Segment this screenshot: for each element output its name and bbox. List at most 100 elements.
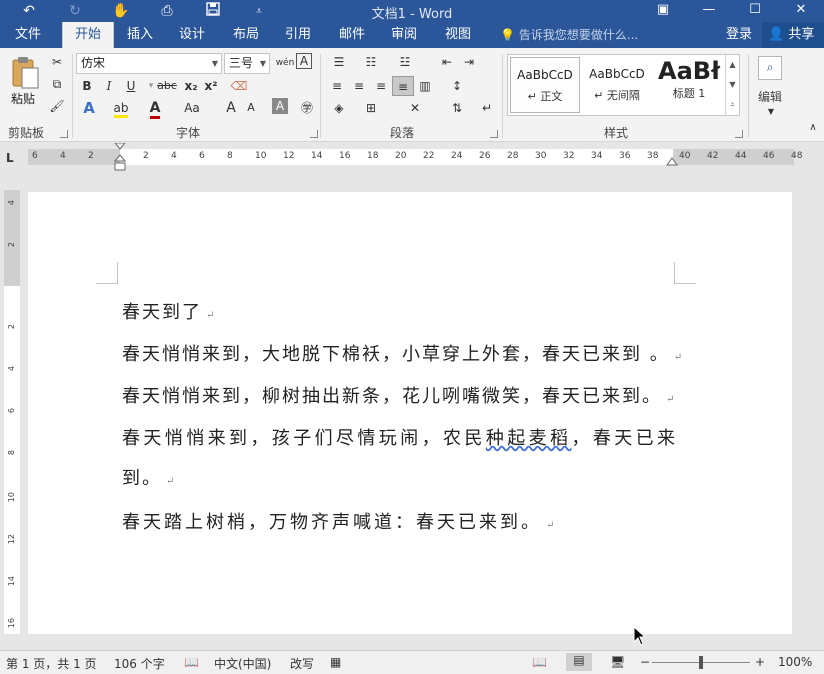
justify-icon[interactable]: ≡: [392, 76, 414, 96]
tab-selector-icon[interactable]: L: [6, 151, 20, 165]
format-painter-icon[interactable]: 🖌: [46, 96, 68, 116]
word-count[interactable]: 106 个字: [114, 655, 165, 672]
borders-icon[interactable]: ⊞: [360, 98, 382, 118]
multilevel-list-icon[interactable]: ☳: [394, 52, 416, 72]
right-indent-marker-icon[interactable]: [666, 155, 678, 167]
styles-scroll[interactable]: ▲ ▼ ⩡: [725, 55, 739, 115]
ruler-tick-label: 2: [7, 324, 16, 330]
decrease-indent-icon[interactable]: ⇤: [436, 52, 458, 72]
align-left-icon[interactable]: ≡: [326, 76, 348, 96]
ribbon-tab-bar: 文件 开始 插入 设计 布局 引用 邮件 审阅 视图 💡 告诉我您想要做什么..…: [0, 22, 824, 49]
tab-file[interactable]: 文件: [0, 22, 56, 48]
zoom-level[interactable]: 100%: [778, 655, 812, 669]
italic-button[interactable]: I: [98, 76, 120, 96]
text-effects-icon[interactable]: A: [78, 98, 100, 118]
font-name-combo[interactable]: 仿宋 ▼: [76, 53, 222, 74]
align-center-icon[interactable]: ≡: [348, 76, 370, 96]
tab-review[interactable]: 审阅: [378, 22, 430, 48]
font-size-combo[interactable]: 三号 ▼: [224, 53, 270, 74]
more-styles-icon[interactable]: ⩡: [726, 95, 739, 115]
doc-paragraph[interactable]: 春天悄悄来到，孩子们尽情玩闹，农民种起麦稻，春天已来: [122, 424, 678, 450]
chevron-down-icon[interactable]: ▼: [760, 102, 782, 122]
copy-icon[interactable]: ⧉: [46, 74, 68, 94]
sort-icon[interactable]: ⇅: [446, 98, 468, 118]
shrink-font-button[interactable]: A: [240, 98, 262, 118]
zoom-slider-thumb[interactable]: [699, 656, 703, 669]
tab-view[interactable]: 视图: [432, 22, 484, 48]
tab-references[interactable]: 引用: [272, 22, 324, 48]
shading-icon[interactable]: ◈: [328, 98, 350, 118]
tab-home[interactable]: 开始: [62, 22, 114, 49]
line-spacing-icon[interactable]: ↕: [446, 76, 468, 96]
doc-paragraph[interactable]: 春天悄悄来到，大地脱下棉袄，小草穿上外套，春天已来到 。 ↵: [122, 340, 682, 366]
find-icon[interactable]: ⌕: [758, 56, 782, 80]
ribbon-display-icon[interactable]: ▣: [640, 0, 686, 22]
tab-insert[interactable]: 插入: [114, 22, 166, 48]
grow-font-button[interactable]: A: [220, 98, 242, 118]
change-case-button[interactable]: Aa: [178, 98, 206, 118]
underline-button[interactable]: U: [120, 76, 142, 96]
zoom-in-button[interactable]: +: [755, 655, 765, 669]
character-border-icon[interactable]: A: [296, 53, 312, 69]
doc-paragraph[interactable]: 春天到了 ↵: [122, 298, 214, 324]
phonetic-guide-icon[interactable]: wén: [274, 53, 296, 73]
macro-icon[interactable]: ▦: [330, 655, 341, 669]
page-count[interactable]: 第 1 页，共 1 页: [6, 655, 97, 672]
tab-mailings[interactable]: 邮件: [326, 22, 378, 48]
doc-paragraph[interactable]: 春天踏上树梢，万物齐声喊道：春天已来到。 ↵: [122, 508, 554, 534]
overtype-status[interactable]: 改写: [290, 655, 314, 672]
bullets-icon[interactable]: ☰: [328, 52, 350, 72]
superscript-button[interactable]: x²: [200, 76, 222, 96]
share-label: 共享: [788, 27, 815, 42]
maximize-icon[interactable]: ☐: [732, 0, 778, 22]
share-button[interactable]: 👤 共享: [762, 22, 824, 48]
paragraph-launcher-icon[interactable]: [490, 130, 498, 138]
clipboard-launcher-icon[interactable]: [60, 130, 68, 138]
paste-button[interactable]: [10, 56, 40, 90]
subscript-button[interactable]: x₂: [180, 76, 202, 96]
distributed-icon[interactable]: ▥: [414, 76, 436, 96]
cut-icon[interactable]: ✂: [46, 52, 68, 72]
style-no-spacing[interactable]: AaBbCcD ↵ 无间隔: [582, 57, 652, 113]
doc-paragraph[interactable]: 春天悄悄来到，柳树抽出新条，花儿咧嘴微笑，春天已来到。 ↵: [122, 382, 674, 408]
character-shading-icon[interactable]: A: [272, 98, 288, 114]
vertical-scrollbar[interactable]: [808, 172, 824, 650]
style-heading-1[interactable]: AaBł 标题 1: [654, 57, 724, 113]
proofing-icon[interactable]: 📖: [184, 655, 199, 669]
tell-me-box[interactable]: 💡 告诉我您想要做什么...: [500, 22, 638, 48]
align-right-icon[interactable]: ≡: [370, 76, 392, 96]
zoom-out-button[interactable]: −: [640, 655, 650, 669]
chevron-down-icon[interactable]: ▼: [726, 75, 739, 95]
increase-indent-icon[interactable]: ⇥: [458, 52, 480, 72]
horizontal-ruler[interactable]: 6 4 2 2 4 6 8 10 12 14 16 18 20 22 24 26 28 30 32 34 36 38 40 4…: [28, 143, 802, 171]
show-marks-icon[interactable]: ↵: [476, 98, 498, 118]
ruler-tick-label: 8: [227, 151, 233, 161]
numbering-icon[interactable]: ☷: [360, 52, 382, 72]
font-launcher-icon[interactable]: [310, 130, 318, 138]
bold-button[interactable]: B: [76, 76, 98, 96]
minimize-icon[interactable]: —: [686, 0, 732, 22]
tab-design[interactable]: 设计: [166, 22, 218, 48]
web-layout-icon[interactable]: 🖥: [610, 655, 625, 669]
language-status[interactable]: 中文(中国): [214, 655, 271, 672]
print-layout-icon[interactable]: ▤: [566, 653, 592, 671]
style-normal[interactable]: AaBbCcD ↵ 正文: [510, 57, 580, 113]
enclose-characters-icon[interactable]: ㊫: [296, 98, 318, 118]
chevron-up-icon[interactable]: ▲: [726, 55, 739, 75]
chinese-layout-icon[interactable]: ✕: [404, 98, 426, 118]
spelling-squiggle[interactable]: 种起麦稻: [486, 428, 572, 449]
indent-marker-icon[interactable]: [114, 143, 126, 171]
collapse-ribbon-icon[interactable]: ∧: [802, 118, 824, 138]
highlight-color-icon[interactable]: ab: [110, 98, 132, 118]
login-link[interactable]: 登录: [726, 22, 752, 48]
close-icon[interactable]: ✕: [778, 0, 824, 22]
clear-formatting-icon[interactable]: ⌫: [228, 76, 250, 96]
vertical-ruler[interactable]: 4 2 2 4 6 8 10 12 14 16: [4, 190, 20, 634]
styles-launcher-icon[interactable]: [735, 130, 743, 138]
read-mode-icon[interactable]: 📖: [532, 655, 547, 669]
doc-paragraph[interactable]: 到。 ↵: [122, 464, 174, 490]
strikethrough-button[interactable]: abc: [154, 76, 180, 96]
document-page[interactable]: 春天到了 ↵ 春天悄悄来到，大地脱下棉袄，小草穿上外套，春天已来到 。 ↵ 春天悄悄…: [28, 192, 792, 634]
tab-layout[interactable]: 布局: [220, 22, 272, 48]
font-color-icon[interactable]: A: [144, 98, 166, 119]
